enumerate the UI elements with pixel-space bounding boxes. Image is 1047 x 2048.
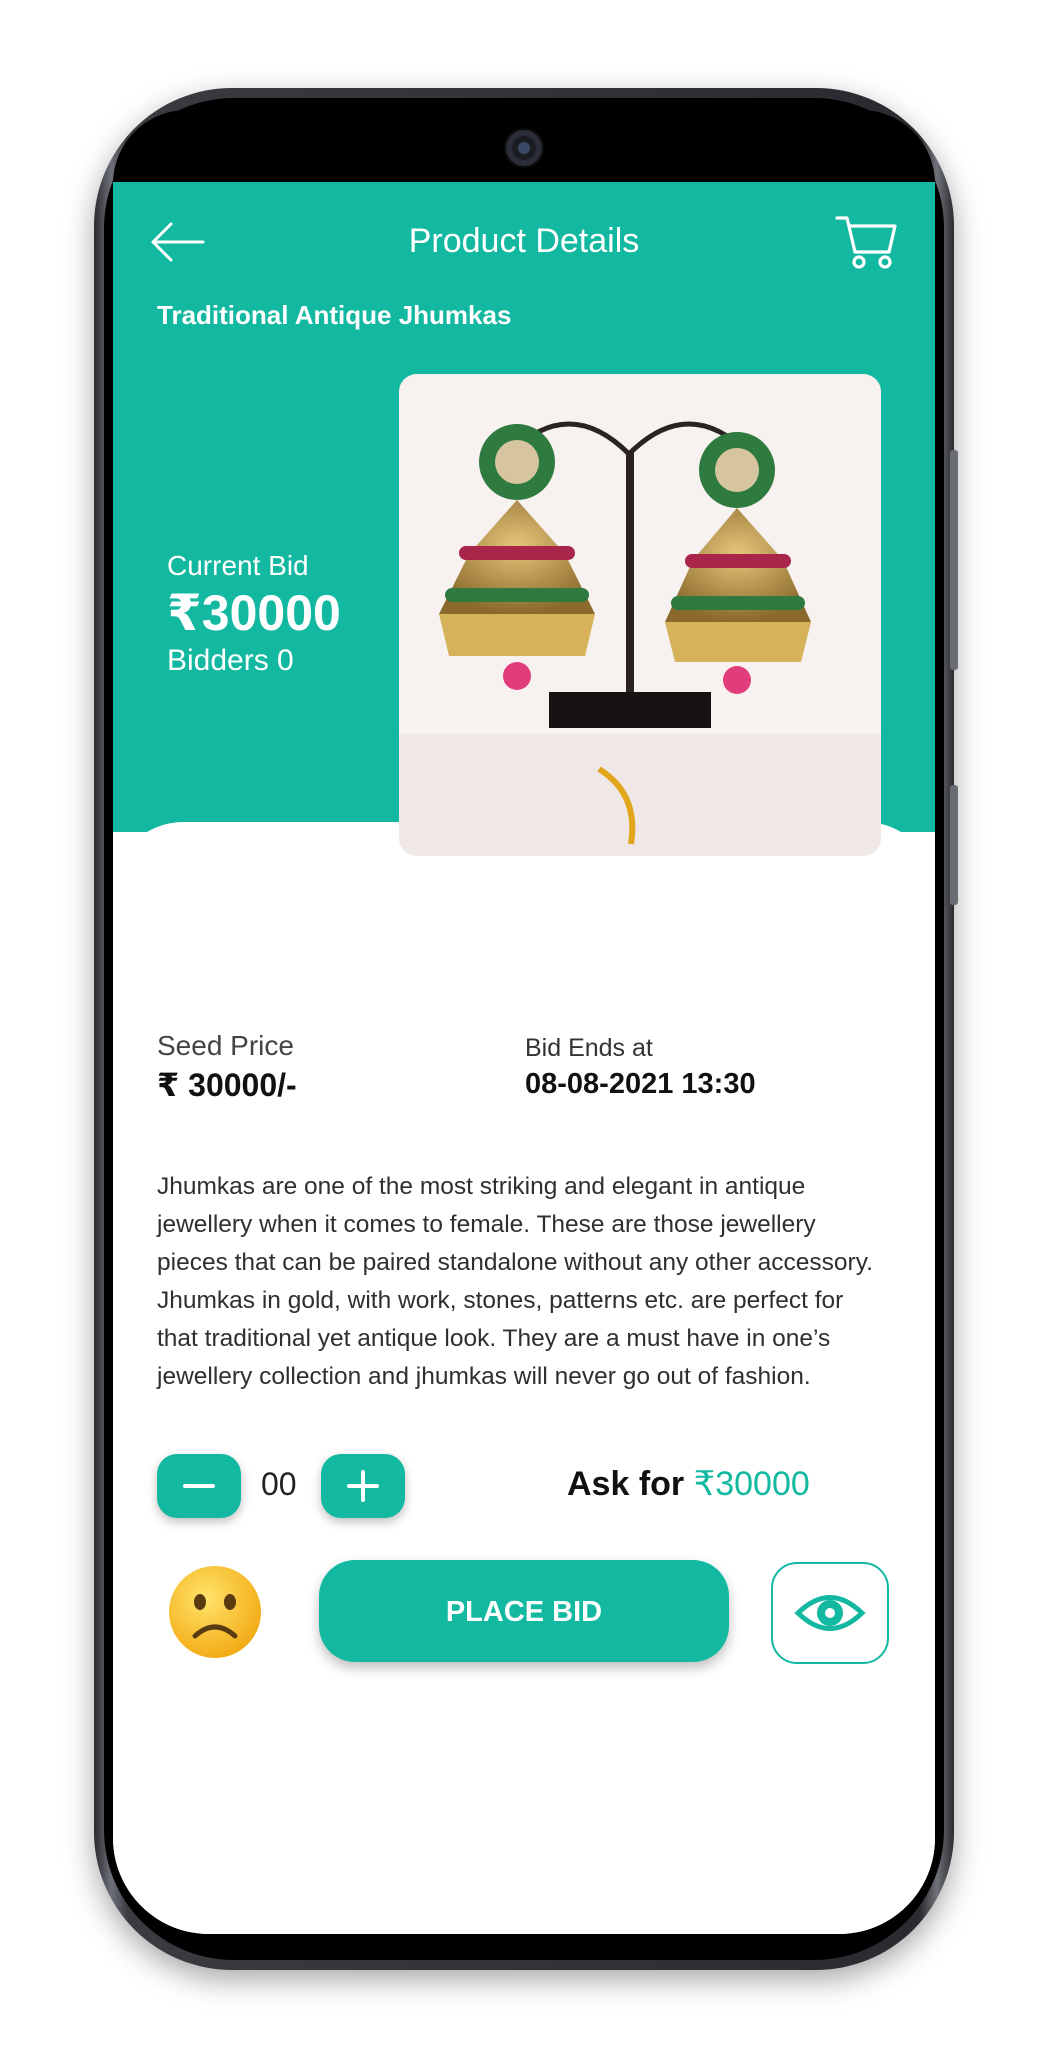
place-bid-button[interactable]: PLACE BID <box>319 1560 729 1662</box>
front-camera <box>506 130 542 166</box>
product-description: Jhumkas are one of the most striking and… <box>157 1168 917 1396</box>
seed-price-value: ₹ 30000/- <box>157 1067 297 1103</box>
bidders-count: Bidders 0 <box>167 644 294 677</box>
description-line: Jhumkas are one of the most striking and… <box>157 1173 806 1200</box>
jhumka-earrings-image <box>399 374 881 856</box>
ask-price: Ask for ₹30000 <box>567 1464 810 1504</box>
increase-quantity-button[interactable] <box>321 1454 405 1518</box>
page-title: Product Details <box>408 222 640 260</box>
decrease-quantity-button[interactable] <box>157 1454 241 1518</box>
description-line: jewellery collection and jhumkas will ne… <box>157 1363 811 1390</box>
cart-icon <box>835 216 897 269</box>
top-app-bar: Product Details <box>113 182 935 282</box>
plus-icon <box>347 1470 379 1502</box>
bid-quantity: 00 <box>261 1466 297 1502</box>
description-line: that traditional yet antique look. They … <box>157 1325 831 1352</box>
volume-button <box>950 450 958 670</box>
ask-amount: ₹30000 <box>693 1465 810 1503</box>
bid-ends-label: Bid Ends at <box>525 1034 653 1062</box>
sad-face-icon[interactable] <box>167 1564 263 1660</box>
product-name: Traditional Antique Jhumkas <box>157 300 512 330</box>
seed-price-label: Seed Price <box>157 1030 294 1061</box>
ask-prefix: Ask for <box>567 1465 694 1503</box>
current-bid-value: ₹30000 <box>167 585 341 641</box>
description-line: pieces that can be paired standalone wit… <box>157 1249 873 1276</box>
power-button <box>950 785 958 905</box>
current-bid-block: Current Bid ₹30000 Bidders 0 <box>167 550 341 678</box>
app-screen: Product Details Traditional Antique Jhum… <box>113 182 935 1934</box>
description-line: Jhumkas in gold, with work, stones, patt… <box>157 1287 844 1314</box>
product-image[interactable] <box>399 374 881 856</box>
watch-button[interactable] <box>771 1562 889 1664</box>
cart-button[interactable] <box>835 212 899 272</box>
minus-icon <box>183 1484 215 1488</box>
current-bid-label: Current Bid <box>167 550 309 581</box>
bid-ends-value: 08-08-2021 13:30 <box>525 1068 756 1100</box>
eye-icon <box>794 1595 866 1631</box>
description-line: jewellery when it comes to female. These… <box>157 1211 816 1238</box>
